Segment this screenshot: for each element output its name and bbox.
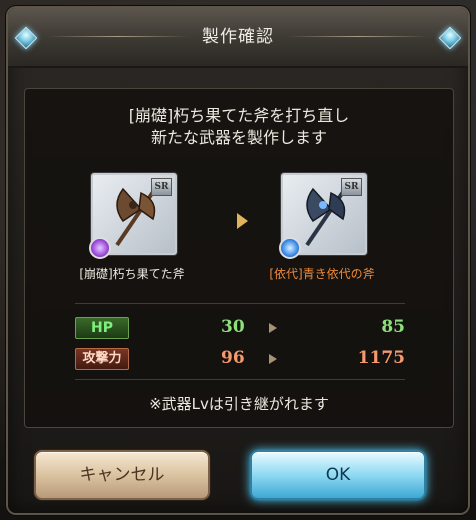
source-weapon-name: [崩礎]朽ち果てた斧 <box>79 267 185 281</box>
hp-before-value: 30 <box>221 317 245 337</box>
cancel-button[interactable]: キャンセル <box>34 450 210 500</box>
rarity-badge: SR <box>151 178 172 196</box>
hp-after-value: 85 <box>381 317 405 337</box>
rarity-badge: SR <box>341 178 362 196</box>
element-orb-icon <box>89 237 111 259</box>
dialog-content-panel: [崩礎]朽ち果てた斧を打ち直し 新たな武器を製作します SR [崩礎]朽ち果てた… <box>24 88 454 428</box>
element-orb-icon <box>279 237 301 259</box>
dialog-titlebar: 製作確認 <box>8 8 468 68</box>
ok-button[interactable]: OK <box>250 450 426 500</box>
message-line-1: [崩礎]朽ち果てた斧を打ち直し <box>128 106 350 125</box>
divider <box>75 303 405 304</box>
attack-before-value: 96 <box>221 348 245 368</box>
attack-label: 攻撃力 <box>75 348 129 370</box>
craft-confirm-dialog: 製作確認 [崩礎]朽ち果てた斧を打ち直し 新たな武器を製作します SR [崩礎]… <box>8 8 468 513</box>
source-weapon-card: SR <box>89 173 177 259</box>
transform-arrow-icon <box>237 213 248 229</box>
stat-arrow-icon <box>269 323 277 333</box>
stat-arrow-icon <box>269 354 277 364</box>
result-weapon-name: [依代]青き依代の斧 <box>269 267 375 281</box>
message-line-2: 新たな武器を製作します <box>150 128 327 147</box>
dialog-title: 製作確認 <box>202 27 274 47</box>
dialog-message: [崩礎]朽ち果てた斧を打ち直し 新たな武器を製作します <box>25 105 453 149</box>
result-weapon-card: SR <box>279 173 367 259</box>
hp-label: HP <box>75 317 129 339</box>
attack-after-value: 1175 <box>357 348 405 368</box>
divider <box>75 379 405 380</box>
level-carryover-note: ※武器Lvは引き継がれます <box>149 395 329 413</box>
